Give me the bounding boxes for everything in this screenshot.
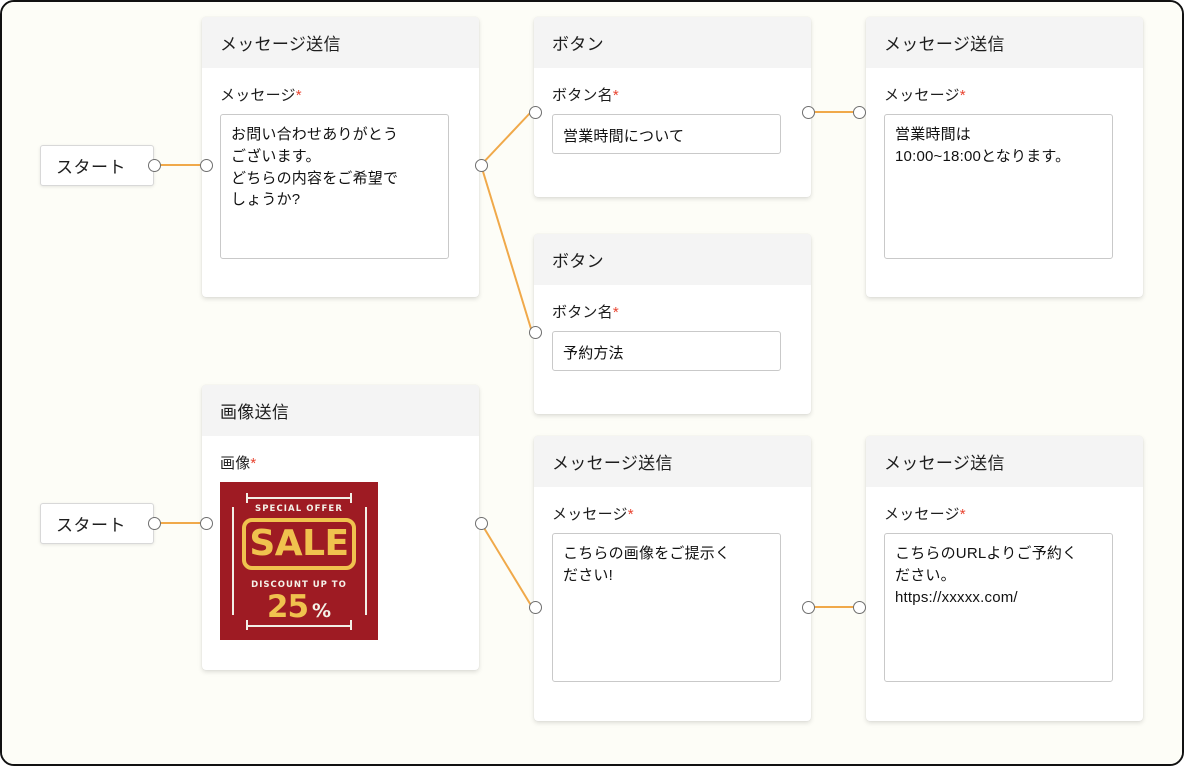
node-message-hours-input-port[interactable] [853,106,866,119]
required-asterisk: * [250,455,257,472]
field-label: 画像* [220,452,461,473]
sale-frame-top-rule [246,497,352,499]
node-card-header: メッセージ送信 [202,17,479,68]
node-button-reserve-input-port[interactable] [529,326,542,339]
node-card-body: メッセージ* お問い合わせありがとう ございます。 どちらの内容をご希望で しょ… [202,68,479,277]
node-title: ボタン [552,35,604,54]
required-asterisk: * [295,87,302,104]
required-asterisk: * [612,87,619,104]
field-label: メッセージ* [552,503,793,524]
message-textarea[interactable]: こちらの画像をご提示く ださい! [552,533,781,682]
node-card-body: メッセージ* こちらの画像をご提示く ださい! [534,487,811,700]
node-card-image-send[interactable]: 画像送信 画像* SPECIAL OFFER SALE DISCOUNT UP … [202,385,479,670]
sale-frame-top-right-tick [350,493,352,503]
field-label: メッセージ* [220,84,461,105]
node-card-header: ボタン [534,234,811,285]
required-asterisk: * [627,506,634,523]
field-label: メッセージ* [884,503,1125,524]
sale-percent-number: 25 [266,589,309,625]
message-textarea[interactable]: お問い合わせありがとう ございます。 どちらの内容をご希望で しょうか? [220,114,449,259]
node-card-header: メッセージ送信 [866,17,1143,68]
node-card-header: 画像送信 [202,385,479,436]
button-name-input[interactable]: 予約方法 [552,331,781,371]
start-node-2-output-port[interactable] [148,517,161,530]
node-button-hours-input-port[interactable] [529,106,542,119]
node-card-body: メッセージ* こちらのURLよりご予約く ださい。 https://xxxxx.… [866,487,1143,700]
node-layer: スタート メッセージ送信 メッセージ* お問い合わせありがとう ございます。 ど… [2,2,1182,764]
sale-offer-text: SPECIAL OFFER [254,504,343,514]
start-node-1[interactable]: スタート [40,145,154,186]
required-asterisk: * [959,87,966,104]
node-card-message-reserve-url[interactable]: メッセージ送信 メッセージ* こちらのURLよりご予約く ださい。 https:… [866,436,1143,721]
required-asterisk: * [612,304,619,321]
node-message-welcome-input-port[interactable] [200,159,213,172]
node-card-message-welcome[interactable]: メッセージ送信 メッセージ* お問い合わせありがとう ございます。 どちらの内容… [202,17,479,297]
field-label: メッセージ* [884,84,1125,105]
canvas-frame: スタート メッセージ送信 メッセージ* お問い合わせありがとう ございます。 ど… [0,0,1184,766]
node-card-button-hours[interactable]: ボタン ボタン名* 営業時間について [534,17,811,197]
message-textarea[interactable]: こちらのURLよりご予約く ださい。 https://xxxxx.com/ [884,533,1113,682]
sale-word-text: SALE [249,523,349,564]
node-card-message-show-image[interactable]: メッセージ送信 メッセージ* こちらの画像をご提示く ださい! [534,436,811,721]
start-node-2[interactable]: スタート [40,503,154,544]
node-button-hours-output-port[interactable] [802,106,815,119]
node-title: メッセージ送信 [220,35,341,54]
node-title: ボタン [552,252,604,271]
flow-canvas: スタート メッセージ送信 メッセージ* お問い合わせありがとう ございます。 ど… [0,0,1184,766]
button-name-input[interactable]: 営業時間について [552,114,781,154]
node-message-welcome-output-port[interactable] [475,159,488,172]
start-node-label: スタート [56,516,126,535]
node-image-send-input-port[interactable] [200,517,213,530]
node-image-send-output-port[interactable] [475,517,488,530]
node-card-body: 画像* SPECIAL OFFER SALE DISCOUNT UP TO 25… [202,436,479,658]
node-card-header: メッセージ送信 [866,436,1143,487]
field-label-text: ボタン名 [552,87,613,104]
node-message-reserve-url-input-port[interactable] [853,601,866,614]
sale-percent-symbol: % [312,600,332,622]
node-title: 画像送信 [220,403,290,422]
field-label-text: ボタン名 [552,304,613,321]
node-title: メッセージ送信 [552,454,673,473]
node-card-body: メッセージ* 営業時間は 10:00~18:00となります。 [866,68,1143,277]
node-message-show-image-input-port[interactable] [529,601,542,614]
node-card-body: ボタン名* 予約方法 [534,285,811,389]
start-node-1-output-port[interactable] [148,159,161,172]
message-textarea[interactable]: 営業時間は 10:00~18:00となります。 [884,114,1113,259]
field-label-text: メッセージ [552,506,628,523]
node-message-show-image-output-port[interactable] [802,601,815,614]
node-card-message-hours[interactable]: メッセージ送信 メッセージ* 営業時間は 10:00~18:00となります。 [866,17,1143,297]
node-card-body: ボタン名* 営業時間について [534,68,811,172]
sale-frame-top-left-tick [246,493,248,503]
sale-percent-row: 25% [220,590,378,629]
field-label-text: 画像 [220,455,251,472]
node-card-header: ボタン [534,17,811,68]
node-title: メッセージ送信 [884,454,1005,473]
node-card-header: メッセージ送信 [534,436,811,487]
sale-coupon-image[interactable]: SPECIAL OFFER SALE DISCOUNT UP TO 25% [220,482,378,640]
node-title: メッセージ送信 [884,35,1005,54]
field-label-text: メッセージ [884,506,960,523]
field-label: ボタン名* [552,84,793,105]
field-label-text: メッセージ [884,87,960,104]
node-card-button-reserve[interactable]: ボタン ボタン名* 予約方法 [534,234,811,414]
field-label: ボタン名* [552,301,793,322]
field-label-text: メッセージ [220,87,296,104]
start-node-label: スタート [56,158,126,177]
required-asterisk: * [959,506,966,523]
